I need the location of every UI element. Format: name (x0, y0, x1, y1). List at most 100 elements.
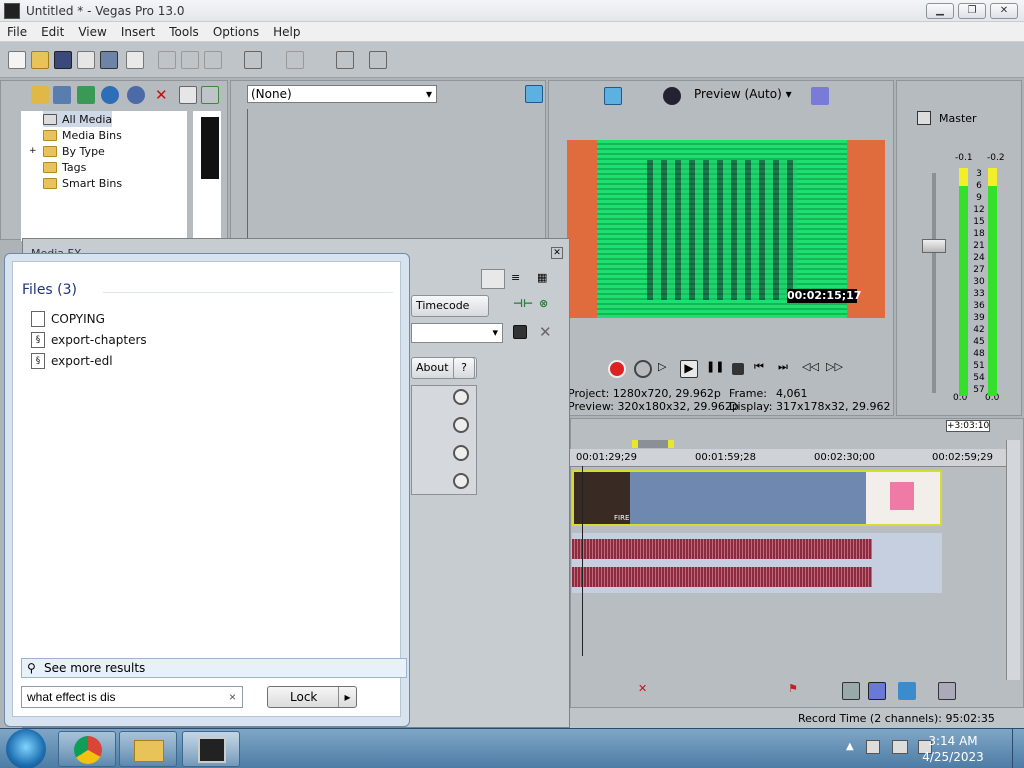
overlays-icon[interactable] (811, 87, 829, 105)
file-result-export-chapters[interactable]: § export-chapters (31, 331, 147, 349)
auto-ripple-icon[interactable] (898, 682, 916, 700)
keyframe-clock-icon[interactable] (453, 473, 469, 489)
audio-event-clip[interactable] (572, 533, 942, 593)
lock-envelopes-icon[interactable] (938, 682, 956, 700)
import-media-icon[interactable] (31, 86, 49, 104)
keyframe-clock-icon[interactable] (453, 417, 469, 433)
properties-icon[interactable] (126, 51, 144, 69)
timeline-ruler[interactable]: 00:01:29;29 00:01:59;28 00:02:30;00 00:0… (570, 449, 1010, 467)
previous-frame-icon[interactable]: ◁◁ (802, 360, 820, 378)
playhead-cursor[interactable] (582, 466, 583, 656)
render-icon[interactable] (100, 51, 118, 69)
view-icons-icon[interactable]: ▦ (537, 271, 555, 287)
tree-smart-bins[interactable]: Smart Bins (43, 175, 122, 191)
new-icon[interactable] (8, 51, 26, 69)
tree-all-media[interactable]: All Media (43, 111, 113, 127)
volume-fader-handle[interactable] (922, 239, 946, 253)
tree-media-bins[interactable]: Media Bins (43, 127, 122, 143)
media-fx-icon[interactable] (201, 86, 219, 104)
external-monitor-icon[interactable] (604, 87, 622, 105)
view-details-icon[interactable] (481, 269, 505, 289)
master-bus-icon[interactable] (917, 111, 931, 125)
action-center-icon[interactable] (866, 740, 880, 754)
go-to-start-icon[interactable]: ⏮ (754, 360, 772, 378)
save-as-icon[interactable] (77, 51, 95, 69)
expand-plus-icon[interactable]: + (29, 146, 38, 156)
split-screen-icon[interactable] (663, 87, 681, 105)
menu-file[interactable]: File (0, 22, 34, 39)
menu-tools[interactable]: Tools (162, 22, 206, 39)
chain-fx-icon[interactable]: ⊣⊢ (513, 297, 533, 315)
keyframe-clock-icon[interactable] (453, 389, 469, 405)
clear-search-icon[interactable]: × (229, 687, 236, 707)
next-frame-icon[interactable]: ▷▷ (826, 360, 844, 378)
search-media-icon[interactable] (127, 86, 145, 104)
record-icon[interactable] (608, 360, 626, 378)
play-from-start-icon[interactable]: ▷ (658, 360, 676, 378)
media-thumbnail[interactable] (201, 117, 219, 179)
loop-region-bar[interactable] (632, 440, 674, 448)
whats-this-help-icon[interactable] (369, 51, 387, 69)
menu-help[interactable]: Help (266, 22, 307, 39)
go-to-end-icon[interactable]: ⏭ (778, 360, 796, 378)
loop-playback-icon[interactable] (634, 360, 652, 378)
save-icon[interactable] (54, 51, 72, 69)
tree-tags[interactable]: Tags (43, 159, 86, 175)
find-icon[interactable] (101, 86, 119, 104)
envelope-edit-tool-icon[interactable] (868, 682, 886, 700)
enable-snapping-icon[interactable] (336, 51, 354, 69)
menu-options[interactable]: Options (206, 22, 266, 39)
transitions-dropdown[interactable]: (None) ▾ (247, 85, 437, 103)
timecode-button[interactable]: Timecode (411, 295, 489, 317)
close-window-button[interactable]: ✕ (990, 3, 1018, 19)
file-result-export-edl[interactable]: § export-edl (31, 352, 113, 370)
show-hidden-icons-icon[interactable]: ▲ (846, 741, 854, 752)
menu-edit[interactable]: Edit (34, 22, 71, 39)
get-media-web-icon[interactable] (77, 86, 95, 104)
keyframe-clock-icon[interactable] (453, 445, 469, 461)
cut-icon[interactable] (158, 51, 176, 69)
menu-insert[interactable]: Insert (114, 22, 162, 39)
copy-icon[interactable] (181, 51, 199, 69)
save-preset-icon[interactable] (513, 325, 527, 339)
redo-icon[interactable] (286, 51, 304, 69)
tree-by-type[interactable]: + By Type (29, 143, 105, 159)
system-clock[interactable]: 3:14 AM 4/25/2023 (918, 733, 988, 765)
preset-dropdown[interactable]: ▾ (411, 323, 503, 343)
vertical-scrollbar[interactable] (1006, 440, 1020, 680)
normal-edit-tool-icon[interactable] (842, 682, 860, 700)
menu-view[interactable]: View (71, 22, 113, 39)
stop-icon[interactable] (732, 363, 744, 375)
help-button[interactable]: ? (453, 357, 475, 379)
monitor-icon[interactable] (525, 85, 543, 103)
capture-video-icon[interactable] (53, 86, 71, 104)
delete-preset-icon[interactable]: ✕ (539, 323, 557, 341)
media-fx-close-icon[interactable]: ✕ (551, 247, 563, 259)
start-search-input[interactable]: what effect is dis × (21, 686, 243, 708)
minimize-button[interactable]: ▁ (926, 3, 954, 19)
remove-icon[interactable]: ✕ (155, 86, 173, 104)
view-list-icon[interactable]: ≡ (511, 271, 529, 287)
marker-icon[interactable]: ⚑ (788, 682, 806, 700)
file-result-copying[interactable]: COPYING (31, 310, 105, 328)
delete-icon[interactable]: ✕ (638, 682, 656, 700)
show-desktop-button[interactable] (1012, 729, 1024, 768)
play-icon[interactable]: ▶ (680, 360, 698, 378)
network-icon[interactable] (892, 740, 908, 754)
taskbar-vegas[interactable] (182, 731, 240, 767)
open-icon[interactable] (31, 51, 49, 69)
start-button[interactable] (6, 729, 46, 768)
video-event-clip[interactable]: FIRE (572, 470, 942, 526)
preview-quality-dropdown[interactable]: Preview (Auto) ▾ (694, 87, 792, 101)
lock-button[interactable]: Lock ▸ (267, 686, 357, 708)
restore-button[interactable]: ❐ (958, 3, 986, 19)
taskbar-explorer[interactable] (119, 731, 177, 767)
pause-icon[interactable]: ❚❚ (706, 360, 724, 378)
undo-icon[interactable] (244, 51, 262, 69)
paste-icon[interactable] (204, 51, 222, 69)
taskbar-chrome[interactable] (58, 731, 116, 767)
lock-options-arrow-icon[interactable]: ▸ (338, 687, 356, 707)
see-more-results-link[interactable]: ⚲ See more results (21, 658, 407, 678)
media-properties-icon[interactable] (179, 86, 197, 104)
remove-fx-icon[interactable]: ⊗ (539, 297, 557, 315)
